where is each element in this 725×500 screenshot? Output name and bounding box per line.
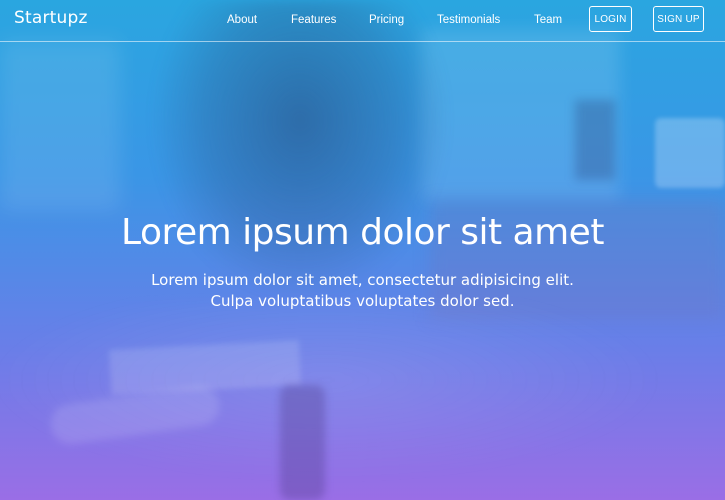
background-photo [0,40,120,210]
background-photo [280,385,325,500]
background-photo [575,100,615,180]
hero-section: Startupz About Features Pricing Testimon… [0,0,725,500]
nav-link-features[interactable]: Features [291,14,336,26]
nav-link-pricing[interactable]: Pricing [369,14,404,26]
login-button[interactable]: LOGIN [589,6,632,32]
nav-link-team[interactable]: Team [534,14,562,26]
navbar: Startupz About Features Pricing Testimon… [0,0,725,42]
background-photo [655,118,725,188]
hero-title: Lorem ipsum dolor sit amet [121,212,604,253]
nav-link-testimonials[interactable]: Testimonials [437,14,500,26]
nav-link-about[interactable]: About [227,14,257,26]
hero-subtitle: Lorem ipsum dolor sit amet, consectetur … [151,271,574,310]
signup-button[interactable]: SIGN UP [653,6,704,32]
brand-logo[interactable]: Startupz [14,8,88,28]
hero-content: Lorem ipsum dolor sit amet Lorem ipsum d… [0,208,725,312]
